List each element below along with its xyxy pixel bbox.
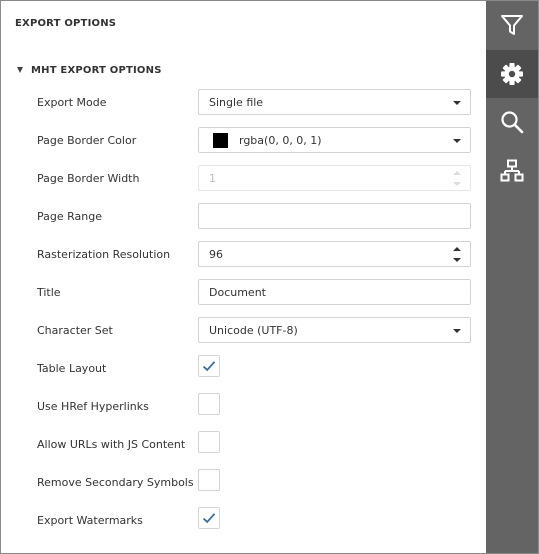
page-border-color-label: Page Border Color	[37, 134, 137, 147]
export-mode-label: Export Mode	[37, 96, 107, 109]
character-set-row: Character Set Unicode (UTF-8)	[1, 317, 486, 345]
mht-export-options-header[interactable]: MHT EXPORT OPTIONS	[17, 64, 162, 76]
title-row: Title Document	[1, 279, 486, 307]
page-border-width-label: Page Border Width	[37, 172, 140, 185]
gear-icon	[501, 63, 523, 85]
section-label: MHT EXPORT OPTIONS	[31, 64, 162, 76]
character-set-select[interactable]: Unicode (UTF-8)	[198, 317, 471, 343]
title-label: Title	[37, 286, 61, 299]
character-set-value: Unicode (UTF-8)	[209, 324, 298, 337]
remove-secondary-symbols-label: Remove Secondary Symbols	[37, 476, 194, 489]
remove-secondary-symbols-checkbox[interactable]	[198, 469, 220, 491]
use-href-hyperlinks-row: Use HRef Hyperlinks	[1, 393, 486, 421]
panel-title: EXPORT OPTIONS	[15, 18, 117, 29]
page-range-row: Page Range	[1, 203, 486, 231]
table-layout-checkbox[interactable]	[198, 355, 220, 377]
rasterization-resolution-value: 96	[209, 248, 223, 261]
remove-secondary-symbols-row: Remove Secondary Symbols	[1, 469, 486, 497]
spin-down-icon	[453, 182, 461, 186]
export-mode-row: Export Mode Single file	[1, 89, 486, 117]
export-watermarks-row: Export Watermarks	[1, 507, 486, 535]
allow-urls-js-row: Allow URLs with JS Content	[1, 431, 486, 459]
title-input[interactable]: Document	[198, 279, 471, 305]
table-layout-row: Table Layout	[1, 355, 486, 383]
table-layout-label: Table Layout	[37, 362, 107, 375]
page-border-width-value: 1	[209, 172, 216, 185]
export-options-window: EXPORT OPTIONS MHT EXPORT OPTIONS Export…	[0, 0, 539, 554]
export-mode-value: Single file	[209, 96, 264, 109]
use-href-hyperlinks-checkbox[interactable]	[198, 393, 220, 415]
page-border-width-row: Page Border Width 1	[1, 165, 486, 193]
dropdown-arrow-icon[interactable]	[453, 139, 461, 143]
allow-urls-js-checkbox[interactable]	[198, 431, 220, 453]
rasterization-resolution-row: Rasterization Resolution 96	[1, 241, 486, 269]
spin-down-icon[interactable]	[453, 258, 461, 262]
title-value: Document	[209, 286, 266, 299]
color-swatch	[213, 133, 228, 148]
spin-up-icon[interactable]	[453, 247, 461, 251]
tab-search[interactable]	[486, 98, 538, 146]
document-map-icon	[500, 159, 524, 182]
page-range-label: Page Range	[37, 210, 102, 223]
dropdown-arrow-icon[interactable]	[453, 329, 461, 333]
export-mode-select[interactable]: Single file	[198, 89, 471, 115]
checkmark-icon	[202, 513, 216, 524]
checkmark-icon	[202, 361, 216, 372]
tab-sidebar	[486, 1, 538, 553]
page-range-input[interactable]	[198, 203, 471, 229]
rasterization-resolution-label: Rasterization Resolution	[37, 248, 171, 261]
page-border-width-spinner: 1	[198, 165, 471, 191]
use-href-hyperlinks-label: Use HRef Hyperlinks	[37, 400, 149, 413]
dropdown-arrow-icon[interactable]	[453, 101, 461, 105]
tab-document-map[interactable]	[486, 147, 538, 195]
page-border-color-row: Page Border Color rgba(0, 0, 0, 1)	[1, 127, 486, 155]
export-options-panel: EXPORT OPTIONS MHT EXPORT OPTIONS Export…	[1, 1, 486, 553]
character-set-label: Character Set	[37, 324, 113, 337]
tab-filter[interactable]	[486, 1, 538, 49]
page-border-color-picker[interactable]: rgba(0, 0, 0, 1)	[198, 127, 471, 153]
spin-up-icon	[453, 171, 461, 175]
search-icon	[501, 111, 524, 134]
collapse-arrow-icon	[17, 67, 23, 73]
tab-export-options[interactable]	[486, 50, 538, 98]
export-watermarks-checkbox[interactable]	[198, 507, 220, 529]
export-watermarks-label: Export Watermarks	[37, 514, 143, 527]
rasterization-resolution-spinner[interactable]: 96	[198, 241, 471, 267]
allow-urls-js-label: Allow URLs with JS Content	[37, 438, 186, 451]
page-border-color-value: rgba(0, 0, 0, 1)	[239, 134, 322, 147]
filter-icon	[501, 15, 523, 35]
